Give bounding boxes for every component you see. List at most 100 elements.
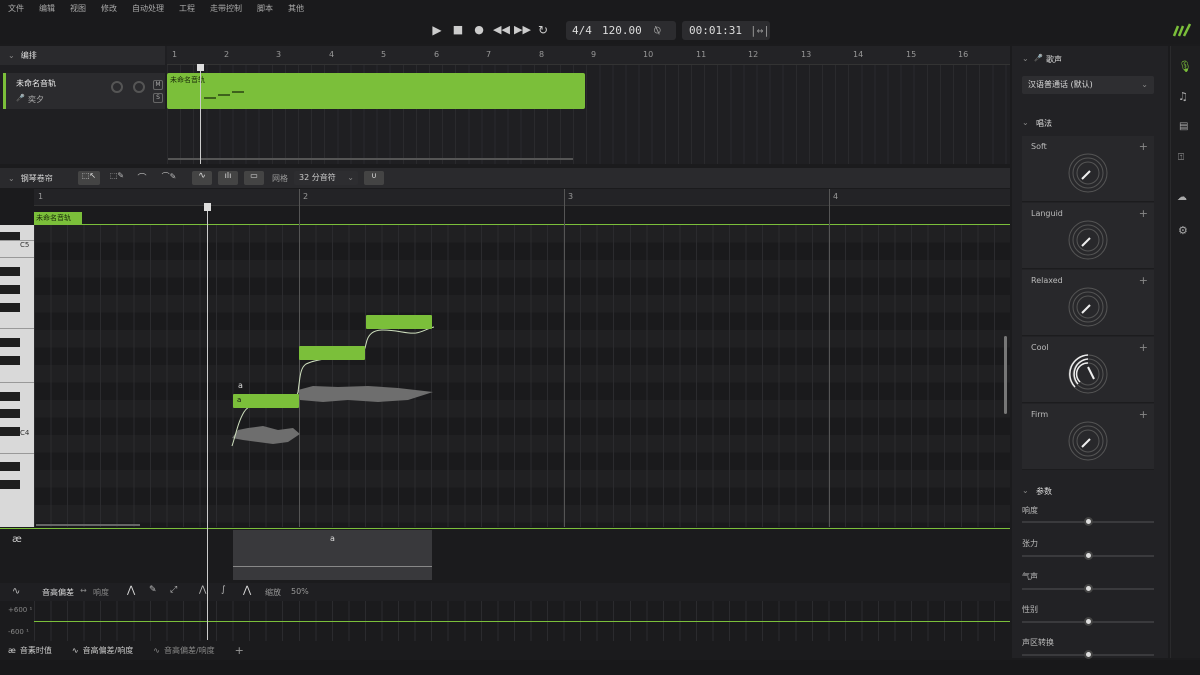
add-icon[interactable]: + — [1139, 341, 1148, 354]
mute-button[interactable]: M — [153, 80, 163, 90]
arrangement-ruler[interactable]: 1 2 3 4 5 6 7 8 9 10 11 12 13 14 15 16 — [167, 46, 1010, 65]
draw-note-icon[interactable]: ⬚✎ — [106, 171, 128, 185]
param-line-icon[interactable]: ⤢ — [170, 585, 177, 595]
show-lyric-icon[interactable]: ▭ — [244, 171, 264, 185]
voice-select[interactable]: 汉语普通话 (默认) ⌄ — [1022, 76, 1154, 94]
param-s-curve-icon[interactable]: ∫ — [221, 585, 226, 595]
menu-project[interactable]: 工程 — [179, 3, 195, 14]
black-key[interactable] — [0, 427, 20, 436]
menu-view[interactable]: 视图 — [70, 3, 86, 14]
record-icon[interactable]: ● — [472, 23, 486, 37]
arrangement-clip[interactable]: 未命名音轨 — [167, 73, 585, 109]
expression-knob[interactable] — [1067, 420, 1109, 462]
singer-name[interactable]: 奕夕 — [28, 94, 44, 105]
slider-knob[interactable] — [1084, 517, 1093, 526]
collapse-icon[interactable]: ⌄ — [8, 51, 15, 60]
add-icon[interactable]: + — [1139, 274, 1148, 287]
document-icon[interactable]: ▤ — [1179, 121, 1188, 132]
expression-knob[interactable] — [1067, 152, 1109, 194]
track-header[interactable]: 未命名音轨 🎤 奕夕 M S — [3, 73, 165, 109]
menu-file[interactable]: 文件 — [8, 3, 24, 14]
gear-icon[interactable]: ⚙ — [1178, 224, 1188, 237]
menu-other[interactable]: 其他 — [288, 3, 304, 14]
param-secondary-label[interactable]: 响度 — [93, 587, 109, 598]
param-scale-icon[interactable]: ⋀ — [243, 585, 251, 596]
expression-knob[interactable] — [1067, 286, 1109, 328]
rewind-icon[interactable]: ◀◀ — [493, 23, 510, 37]
menu-transport[interactable]: 走带控制 — [210, 3, 242, 14]
menu-auto[interactable]: 自动处理 — [132, 3, 164, 14]
expression-relaxed[interactable]: Relaxed + — [1022, 270, 1154, 336]
add-icon[interactable]: + — [1139, 140, 1148, 153]
collapse-icon[interactable]: ⌄ — [1022, 486, 1029, 495]
mic-icon[interactable]: 🎙 — [1178, 60, 1192, 73]
menu-edit[interactable]: 编辑 — [39, 3, 55, 14]
black-key[interactable] — [0, 480, 20, 489]
slider-register[interactable] — [1022, 650, 1154, 659]
time-signature[interactable]: 4/4 — [572, 21, 592, 40]
tab-phoneme-duration[interactable]: æ 音素时值 — [8, 645, 52, 656]
show-waveform-icon[interactable]: ılı — [218, 171, 238, 185]
pitch-curve-icon[interactable]: ⌒ — [133, 171, 151, 185]
add-icon[interactable]: + — [1139, 207, 1148, 220]
menu-script[interactable]: 脚本 — [257, 3, 273, 14]
forward-icon[interactable]: ▶▶ — [514, 23, 531, 37]
param-pencil-icon[interactable]: ✎ — [149, 585, 157, 595]
slider-knob[interactable] — [1084, 584, 1093, 593]
slider-gender[interactable] — [1022, 617, 1154, 626]
slider-loudness[interactable] — [1022, 517, 1154, 526]
loop-icon[interactable]: ↻ — [536, 23, 550, 37]
note-1[interactable]: a — [233, 394, 299, 408]
scale-value[interactable]: 50% — [291, 587, 309, 596]
black-key[interactable] — [0, 303, 20, 312]
playhead-handle[interactable] — [204, 203, 211, 211]
black-key[interactable] — [0, 356, 20, 365]
playhead-handle[interactable] — [197, 64, 204, 71]
phoneme-block[interactable]: a — [233, 530, 432, 580]
phoneme-icon[interactable]: æ — [12, 534, 22, 545]
black-key[interactable] — [0, 462, 20, 471]
pianoroll-ruler[interactable]: 1 2 3 4 — [34, 189, 1010, 206]
snap-magnet-icon[interactable]: ∪ — [364, 171, 384, 185]
export-icon[interactable]: ⍐ — [1178, 152, 1184, 163]
collapse-icon[interactable]: ⌄ — [1022, 54, 1029, 63]
time-display[interactable]: 00:01:31 |↔| — [682, 21, 770, 40]
param-smooth-icon[interactable]: ⋀ — [199, 585, 206, 595]
tab-pitch-loudness[interactable]: ∿ 音高偏差/响度 — [72, 645, 133, 656]
tempo-display[interactable]: 4/4 120.00 ⍉ — [566, 21, 676, 40]
collapse-icon[interactable]: ⌄ — [1022, 118, 1029, 127]
note-3[interactable] — [366, 315, 432, 329]
slider-knob[interactable] — [1084, 551, 1093, 560]
slider-tension[interactable] — [1022, 551, 1154, 560]
swap-icon[interactable]: ↔ — [80, 586, 87, 595]
pianoroll-h-scrollbar[interactable] — [36, 524, 140, 526]
black-key[interactable] — [0, 267, 20, 276]
black-key[interactable] — [0, 392, 20, 401]
param-select-icon[interactable]: ⋀ — [127, 585, 135, 596]
slider-knob[interactable] — [1084, 617, 1093, 626]
add-icon[interactable]: + — [1139, 408, 1148, 421]
black-key[interactable] — [0, 285, 20, 294]
param-curve-icon[interactable]: ∿ — [12, 586, 20, 597]
stop-icon[interactable]: ■ — [451, 23, 465, 37]
slider-knob[interactable] — [1084, 650, 1093, 659]
menu-modify[interactable]: 修改 — [101, 3, 117, 14]
param-primary-label[interactable]: 音高偏差 — [42, 587, 74, 598]
expression-soft[interactable]: Soft + — [1022, 136, 1154, 202]
time-format-icon[interactable]: |↔| — [750, 21, 770, 40]
music-note-icon[interactable]: ♫ — [1178, 90, 1188, 103]
cloud-icon[interactable]: ☁ — [1177, 192, 1187, 203]
grid-select[interactable]: 32 分音符 ⌄ — [294, 171, 358, 185]
add-tab-button[interactable]: + — [235, 644, 244, 657]
note-2[interactable] — [299, 346, 365, 360]
expression-knob[interactable] — [1067, 353, 1109, 395]
expression-knob[interactable] — [1067, 219, 1109, 261]
tempo-value[interactable]: 120.00 — [602, 21, 642, 40]
pitch-draw-icon[interactable]: ⌒✎ — [158, 171, 180, 185]
show-pitch-icon[interactable]: ∿ — [192, 171, 212, 185]
slider-breath[interactable] — [1022, 584, 1154, 593]
expression-languid[interactable]: Languid + — [1022, 203, 1154, 269]
play-icon[interactable]: ▶ — [430, 23, 444, 37]
black-key[interactable] — [0, 409, 20, 418]
select-tool-icon[interactable]: ⬚↖ — [78, 171, 100, 185]
